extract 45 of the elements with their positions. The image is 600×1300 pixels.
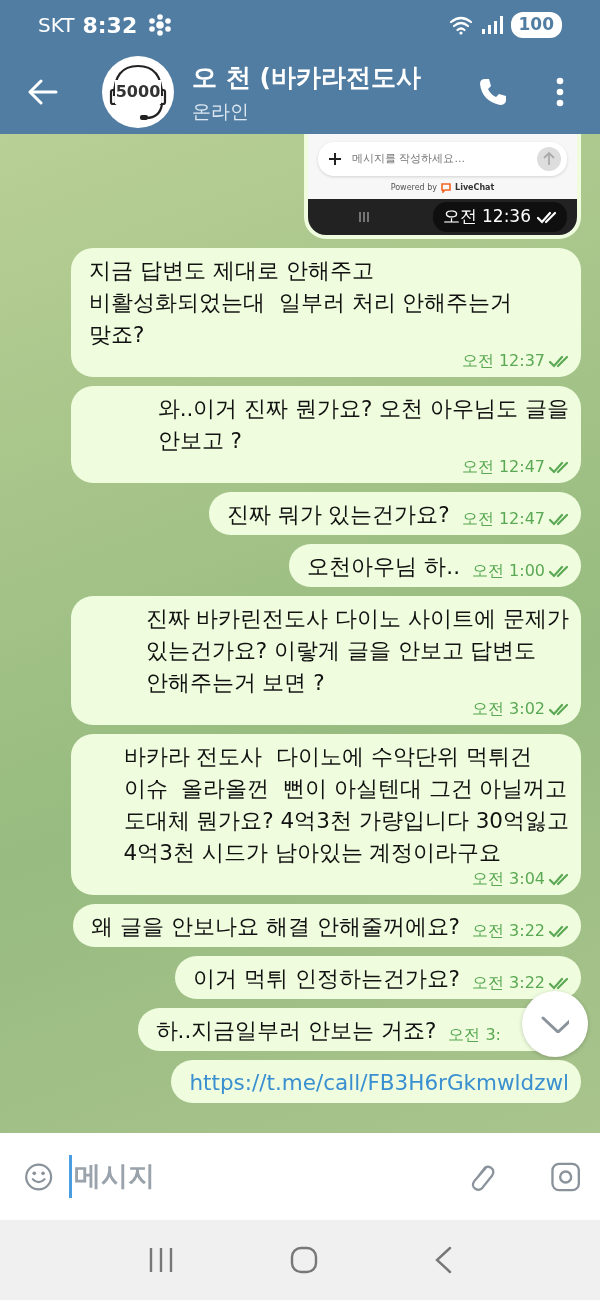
back-arrow-icon[interactable] <box>28 79 58 105</box>
chat-bubble-icon <box>441 183 452 193</box>
clock-time: 8:32 <box>82 11 138 40</box>
message-text: 와..이거 진짜 뭔가요? 오천 아우님도 글을 안보고 ? <box>157 395 569 455</box>
home-icon[interactable] <box>290 1246 318 1274</box>
message-time: 오전 12:47 <box>461 509 545 529</box>
message-time: 오전 12:47 <box>461 457 545 477</box>
message-text: 오천아우님 하.. <box>307 553 460 581</box>
back-icon[interactable] <box>434 1246 452 1274</box>
avatar[interactable]: 5000 <box>102 56 174 128</box>
message-text: 진짜 바카린전도사 다이노 사이트에 문제가 있는건가요? 이랗게 글을 안보고 답변도 안해주는거 보면 ? <box>145 605 569 697</box>
signal-icon <box>480 15 503 35</box>
chevron-down-icon <box>541 1015 569 1033</box>
recents-icon <box>358 211 370 223</box>
message-text: 하..지금일부러 안보는 거죠? <box>155 1017 437 1045</box>
message-text: 진짜 뭐가 있는건가요? <box>226 501 450 529</box>
message-text: 왜 글을 안보나요 해결 안해줄꺼에요? <box>91 913 460 941</box>
wifi-icon <box>448 15 475 35</box>
send-icon <box>537 147 561 171</box>
battery-level: 100 <box>510 12 562 38</box>
message-time: 오전 12:36 <box>442 205 531 229</box>
more-menu-icon[interactable] <box>556 77 564 107</box>
message-time: 오전 12:37 <box>461 351 545 371</box>
message-time: 오전 3:02 <box>472 699 545 719</box>
message-time: 오전 3:04 <box>472 869 545 889</box>
brand-name: LiveChat <box>455 182 495 194</box>
network-icon <box>149 14 172 36</box>
chat-title: 오 천 (바카라전도사 <box>192 62 421 94</box>
recents-icon[interactable] <box>148 1247 174 1273</box>
message-text: 지금 답변도 제대로 안해주고 비활성화되었는대 일부러 처리 안해주는거 맞죠? <box>89 257 514 349</box>
message-time: 오전 1:00 <box>472 561 545 581</box>
avatar-label: 5000 <box>114 80 162 104</box>
image-message[interactable]: 메시지를 작성하세요... Powered by LiveChat 오전 12:36 <box>304 134 581 239</box>
scroll-down-button[interactable] <box>522 991 588 1057</box>
plus-icon <box>328 152 342 166</box>
message-text: 이거 먹튀 인정하는건가요? <box>192 965 460 993</box>
message-time: 오전 3: <box>448 1025 501 1045</box>
carrier-name: SKT <box>38 12 75 39</box>
field-hint: 메시지를 작성하세요... <box>352 150 466 167</box>
message-text: 바카라 전도사 다이노에 수악단위 먹튀건 이슈 올라올껀 뻔이 아실텐대 그건 아닐꺼고 도대체 뭔가요? 4억3천 가량입니다 30억잃고 4억3천 시드가 남아있는 계정이라구요 <box>123 743 569 867</box>
powered-by-label: Powered by <box>390 182 438 194</box>
phone-icon[interactable] <box>478 77 508 107</box>
message-time: 오전 3:22 <box>472 973 545 993</box>
online-status: 온라인 <box>192 98 249 124</box>
message-time: 오전 3:22 <box>472 921 545 941</box>
